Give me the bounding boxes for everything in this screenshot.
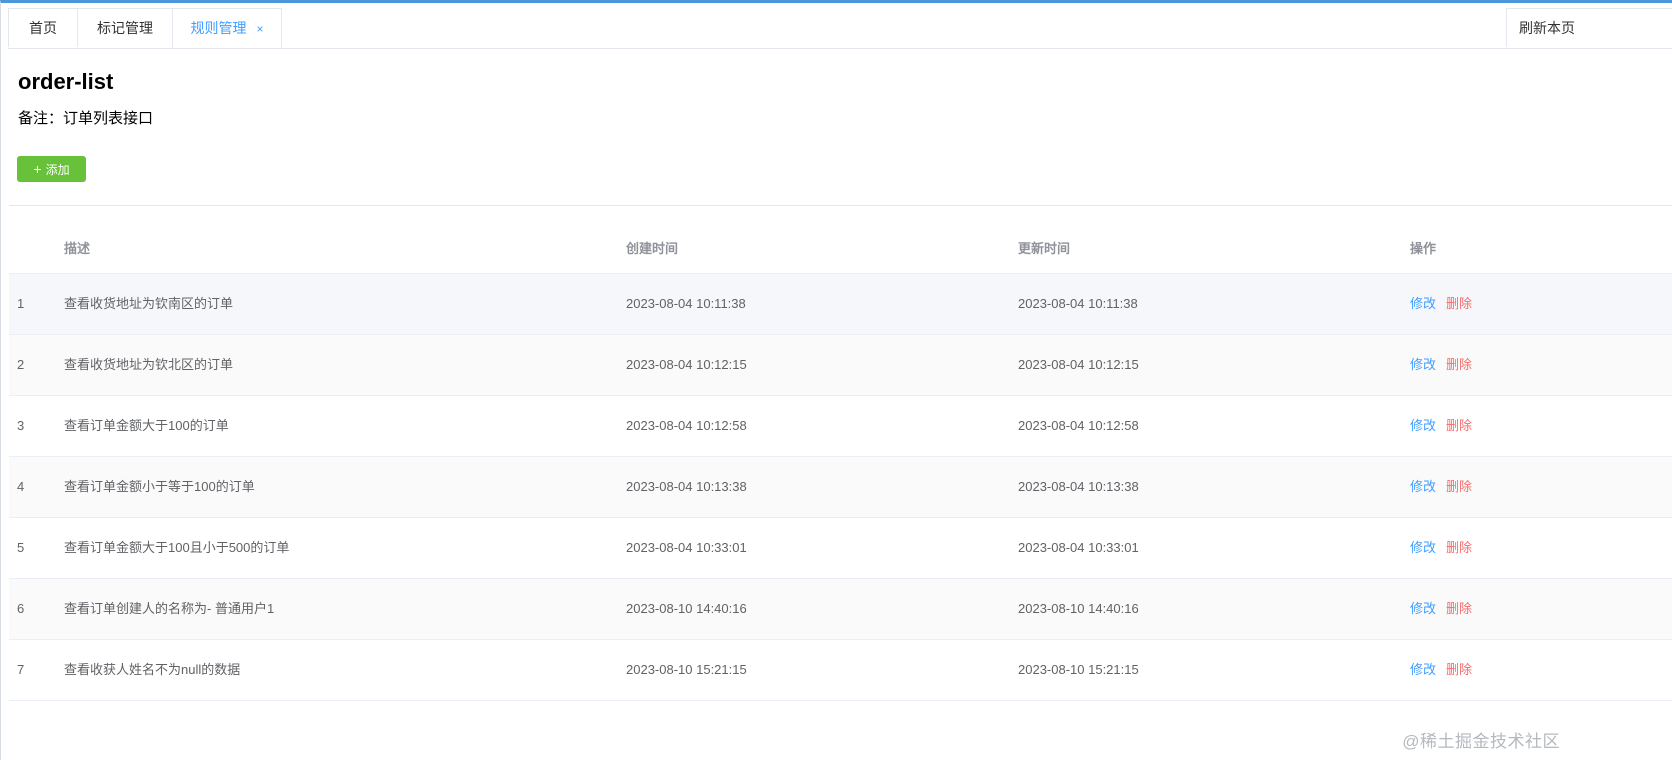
row-actions: 修改 删除 xyxy=(1410,640,1472,700)
edit-button[interactable]: 修改 xyxy=(1410,418,1436,433)
table-row: 7 查看收获人姓名不为null的数据 2023-08-10 15:21:15 2… xyxy=(9,640,1672,701)
tab-bar: 首页 标记管理 规则管理 × 刷新本页 xyxy=(8,8,1672,49)
row-created-time: 2023-08-04 10:33:01 xyxy=(626,540,747,555)
row-updated-time: 2023-08-04 10:11:38 xyxy=(1018,296,1138,311)
row-created-time: 2023-08-04 10:11:38 xyxy=(626,296,746,311)
delete-button[interactable]: 删除 xyxy=(1446,418,1472,433)
row-index: 5 xyxy=(17,540,25,555)
row-description: 查看订单金额小于等于100的订单 xyxy=(64,479,255,494)
plus-icon: + xyxy=(33,161,42,177)
tab-home[interactable]: 首页 xyxy=(8,8,78,47)
row-index: 3 xyxy=(17,418,25,433)
row-description: 查看订单金额大于100的订单 xyxy=(64,418,229,433)
delete-button[interactable]: 删除 xyxy=(1446,479,1472,494)
table-row: 6 查看订单创建人的名称为- 普通用户1 2023-08-10 14:40:16… xyxy=(9,579,1672,640)
tab-home-label: 首页 xyxy=(29,20,57,36)
row-updated-time: 2023-08-10 15:21:15 xyxy=(1018,662,1139,677)
edit-button[interactable]: 修改 xyxy=(1410,662,1436,677)
table-row: 5 查看订单金额大于100且小于500的订单 2023-08-04 10:33:… xyxy=(9,518,1672,579)
row-updated-time: 2023-08-04 10:12:58 xyxy=(1018,418,1139,433)
row-updated-time: 2023-08-04 10:13:38 xyxy=(1018,479,1139,494)
edit-button[interactable]: 修改 xyxy=(1410,357,1436,372)
table-row: 2 查看收货地址为钦北区的订单 2023-08-04 10:12:15 2023… xyxy=(9,335,1672,396)
delete-button[interactable]: 删除 xyxy=(1446,296,1472,311)
page-title: order-list xyxy=(18,69,114,94)
page-remark: 备注：订单列表接口 xyxy=(18,110,154,127)
row-index: 2 xyxy=(17,357,25,372)
row-created-time: 2023-08-04 10:12:58 xyxy=(626,418,747,433)
app-frame: 首页 标记管理 规则管理 × 刷新本页 order-list 备注：订单列表接口 … xyxy=(0,0,1672,760)
tab-rule-management[interactable]: 规则管理 × xyxy=(172,8,282,48)
delete-button[interactable]: 删除 xyxy=(1446,662,1472,677)
rules-table: 描述 创建时间 更新时间 操作 1 查看收货地址为钦南区的订单 2023-08-… xyxy=(9,219,1672,701)
row-actions: 修改 删除 xyxy=(1410,518,1472,578)
tab-tag-management-label: 标记管理 xyxy=(97,20,153,36)
row-description: 查看订单金额大于100且小于500的订单 xyxy=(64,540,290,555)
column-header-description: 描述 xyxy=(64,241,91,256)
refresh-page-tab[interactable]: 刷新本页 xyxy=(1506,8,1672,47)
table-row: 4 查看订单金额小于等于100的订单 2023-08-04 10:13:38 2… xyxy=(9,457,1672,518)
row-actions: 修改 删除 xyxy=(1410,335,1472,395)
row-description: 查看订单创建人的名称为- 普通用户1 xyxy=(64,601,275,616)
add-button[interactable]: + 添加 xyxy=(17,156,86,182)
row-updated-time: 2023-08-10 14:40:16 xyxy=(1018,601,1139,616)
delete-button[interactable]: 删除 xyxy=(1446,601,1472,616)
edit-button[interactable]: 修改 xyxy=(1410,296,1436,311)
row-index: 7 xyxy=(17,662,25,677)
row-created-time: 2023-08-04 10:12:15 xyxy=(626,357,747,372)
column-header-created: 创建时间 xyxy=(626,241,679,256)
row-index: 1 xyxy=(17,296,25,311)
row-description: 查看收货地址为钦南区的订单 xyxy=(64,296,234,311)
tab-tag-management[interactable]: 标记管理 xyxy=(77,8,173,47)
row-index: 4 xyxy=(17,479,25,494)
row-actions: 修改 删除 xyxy=(1410,457,1472,517)
column-header-updated: 更新时间 xyxy=(1018,241,1071,256)
row-description: 查看收获人姓名不为null的数据 xyxy=(64,662,241,677)
tab-rule-management-label: 规则管理 xyxy=(190,20,247,36)
row-updated-time: 2023-08-04 10:12:15 xyxy=(1018,357,1139,372)
row-actions: 修改 删除 xyxy=(1410,274,1472,334)
column-header-actions: 操作 xyxy=(1410,241,1437,256)
row-created-time: 2023-08-10 15:21:15 xyxy=(626,662,747,677)
table-header: 描述 创建时间 更新时间 操作 xyxy=(9,219,1672,274)
table-row: 1 查看收货地址为钦南区的订单 2023-08-04 10:11:38 2023… xyxy=(9,274,1672,335)
row-created-time: 2023-08-04 10:13:38 xyxy=(626,479,747,494)
edit-button[interactable]: 修改 xyxy=(1410,540,1436,555)
row-updated-time: 2023-08-04 10:33:01 xyxy=(1018,540,1139,555)
edit-button[interactable]: 修改 xyxy=(1410,479,1436,494)
row-created-time: 2023-08-10 14:40:16 xyxy=(626,601,747,616)
watermark: @稀土掘金技术社区 xyxy=(1402,732,1560,751)
edit-button[interactable]: 修改 xyxy=(1410,601,1436,616)
table-row: 3 查看订单金额大于100的订单 2023-08-04 10:12:58 202… xyxy=(9,396,1672,457)
close-icon[interactable]: × xyxy=(256,10,263,49)
row-actions: 修改 删除 xyxy=(1410,396,1472,456)
delete-button[interactable]: 删除 xyxy=(1446,540,1472,555)
row-index: 6 xyxy=(17,601,25,616)
divider xyxy=(9,205,1672,206)
row-actions: 修改 删除 xyxy=(1410,579,1472,639)
delete-button[interactable]: 删除 xyxy=(1446,357,1472,372)
row-description: 查看收货地址为钦北区的订单 xyxy=(64,357,234,372)
add-button-label: 添加 xyxy=(45,163,70,177)
